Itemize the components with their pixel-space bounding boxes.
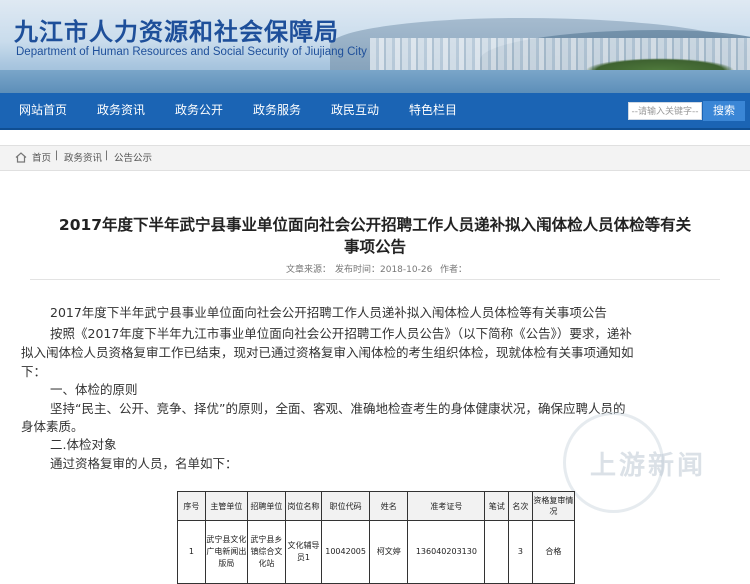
divider — [30, 279, 720, 280]
table-header: 准考证号 — [407, 491, 486, 521]
table-cell: 合格 — [531, 520, 576, 584]
article-date: 发布时间：2018-10-26 — [335, 265, 433, 275]
search-input[interactable]: --请输入关键字-- — [628, 102, 702, 120]
candidate-table: 序号 主管单位 招聘单位 岗位名称 职位代码 姓名 准考证号 笔试 名次 资格复… — [177, 491, 576, 584]
paragraph: 二.体检对象 — [50, 437, 117, 452]
nav-services[interactable]: 政务服务 — [253, 93, 301, 128]
table-row: 1 武宁县文化广电新闻出版局 武宁县乡镇综合文化站 文化辅导员1 1004200… — [177, 520, 576, 584]
site-title: 九江市人力资源和社会保障局 — [14, 17, 339, 46]
nav-news[interactable]: 政务资讯 — [97, 93, 145, 128]
table-header: 职位代码 — [320, 491, 371, 521]
nav-interaction[interactable]: 政民互动 — [331, 93, 379, 128]
article-title-line2: 事项公告 — [343, 238, 406, 256]
paragraph: 通过资格复审的人员，名单如下： — [50, 456, 238, 471]
table-header-row: 序号 主管单位 招聘单位 岗位名称 职位代码 姓名 准考证号 笔试 名次 资格复… — [177, 491, 576, 521]
table-header: 岗位名称 — [284, 491, 322, 521]
article-source: 文章来源： — [286, 265, 332, 275]
article-title-line1: 2017年度下半年武宁县事业单位面向社会公开招聘工作人员递补拟入闱体检人员体检等… — [58, 216, 692, 234]
article-title: 2017年度下半年武宁县事业单位面向社会公开招聘工作人员递补拟入闱体检人员体检等… — [0, 214, 750, 258]
table-header: 笔试 — [484, 491, 510, 521]
table-cell: 3 — [508, 520, 533, 584]
paragraph: 一、体检的原则 — [50, 382, 138, 397]
table-cell: 柯文婷 — [369, 520, 409, 584]
nav-home[interactable]: 网站首页 — [19, 93, 67, 128]
table-cell: 文化辅导员1 — [284, 520, 322, 584]
breadcrumb-notices[interactable]: 公告公示 — [114, 150, 152, 164]
paragraph: 2017年度下半年武宁县事业单位面向社会公开招聘工作人员递补拟入闱体检人员体检等… — [50, 305, 607, 320]
table-cell: 10042005 — [320, 520, 371, 584]
paragraph: 按照《2017年度下半年九江市事业单位面向社会公开招聘工作人员公告》（以下简称《… — [50, 326, 632, 341]
table-header: 姓名 — [369, 491, 409, 521]
table-cell: 武宁县文化广电新闻出版局 — [204, 520, 248, 584]
table-header: 主管单位 — [204, 491, 248, 521]
paragraph: 下： — [21, 364, 47, 379]
paragraph: 身体素质。 — [21, 419, 84, 434]
home-icon — [15, 152, 27, 163]
watermark-text: 上游新闻 — [590, 451, 707, 481]
paragraph: 坚持“民主、公开、竞争、择优”的原则，全面、客观、准确地检查考生的身体健康状况，… — [50, 401, 626, 416]
nav-featured[interactable]: 特色栏目 — [409, 93, 457, 128]
table-cell: 武宁县乡镇综合文化站 — [246, 520, 286, 584]
article-author: 作者： — [440, 265, 468, 275]
breadcrumb-news[interactable]: 政务资讯 — [64, 150, 102, 164]
banner-lake — [0, 70, 750, 93]
breadcrumb-separator: | — [105, 150, 109, 161]
table-cell: 136040203130 — [407, 520, 486, 584]
nav-open-affairs[interactable]: 政务公开 — [175, 93, 223, 128]
table-header: 序号 — [177, 491, 206, 521]
paragraph: 拟入闱体检人员资格复审工作已结束，现对已通过资格复审入闱体检的考生组织体检，现就… — [21, 345, 634, 360]
site-subtitle: Department of Human Resources and Social… — [16, 46, 367, 58]
breadcrumb: 首页 | 政务资讯 | 公告公示 — [0, 145, 750, 171]
table-header: 名次 — [508, 491, 533, 521]
table-cell — [484, 520, 510, 584]
breadcrumb-home[interactable]: 首页 — [32, 150, 51, 164]
table-header: 招聘单位 — [246, 491, 286, 521]
table-cell: 1 — [177, 520, 206, 584]
search-button[interactable]: 搜索 — [703, 101, 745, 121]
site-banner: 九江市人力资源和社会保障局 Department of Human Resour… — [0, 0, 750, 93]
table-header: 资格复审情况 — [531, 491, 576, 521]
breadcrumb-separator: | — [55, 150, 59, 161]
